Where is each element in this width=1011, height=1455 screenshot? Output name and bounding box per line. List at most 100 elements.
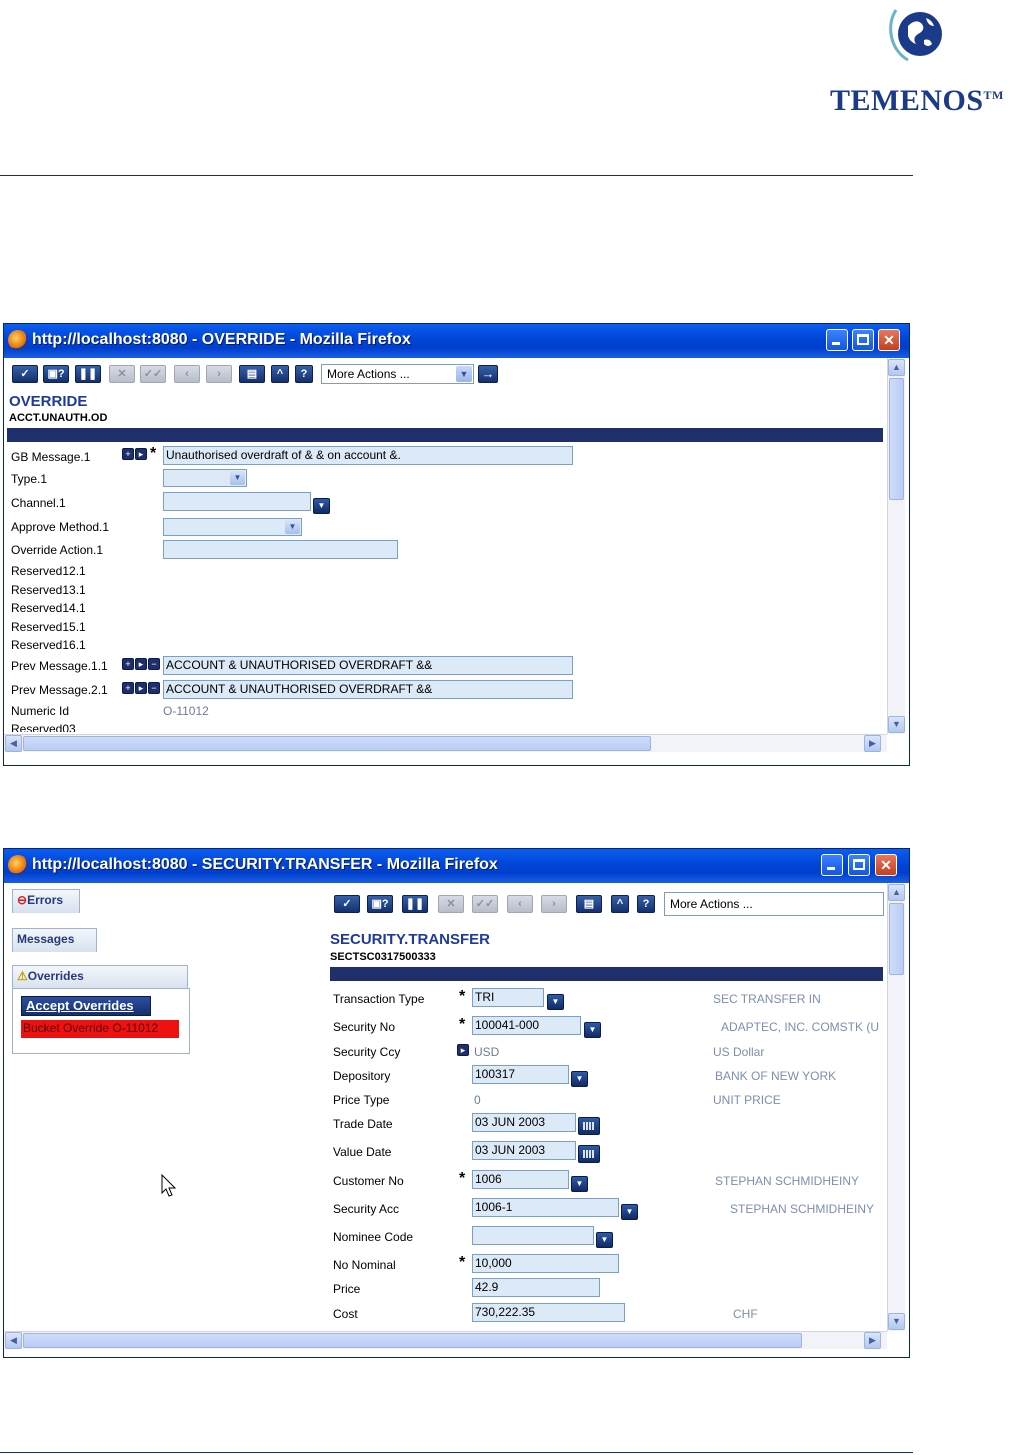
prev-message-2-input[interactable]: ACCOUNT & UNAUTHORISED OVERDRAFT && [163,680,573,699]
more-actions-select[interactable]: More Actions ... [664,892,884,916]
value-date-input[interactable]: 03 JUN 2003 [472,1141,576,1160]
transaction-type-dropdown[interactable]: ▼ [547,994,564,1010]
channel-label: Channel.1 [11,496,66,510]
override-action-input[interactable] [163,540,398,559]
tab-errors[interactable]: ⊖Errors [12,889,80,913]
language-icon[interactable]: ▸ [135,658,147,670]
next-button[interactable]: › [541,895,567,913]
trade-date-input[interactable]: 03 JUN 2003 [472,1113,576,1132]
security-no-input[interactable]: 100041-000 [472,1016,581,1035]
authorise-button[interactable]: ✓✓ [140,365,166,383]
depository-dropdown[interactable]: ▼ [571,1071,588,1087]
required-marker: * [150,445,157,462]
customer-no-input[interactable]: 1006 [472,1170,569,1189]
up-button[interactable]: ^ [271,365,289,383]
close-button[interactable]: ✕ [878,329,900,351]
scroll-right-icon[interactable]: ▶ [864,1332,881,1349]
horizontal-scrollbar[interactable]: ◀ ▶ [4,734,887,752]
customer-no-dropdown[interactable]: ▼ [571,1176,588,1192]
price-input[interactable]: 42.9 [472,1278,600,1297]
hold-button[interactable]: ❚❚ [402,895,428,913]
expand-icon[interactable]: + [122,682,134,694]
print-button[interactable]: ▤ [239,365,265,383]
field-label: Value Date [333,1145,392,1159]
commit-button[interactable]: ✓ [334,895,360,913]
expand-icon[interactable]: + [122,448,134,460]
no-nominal-input[interactable]: 10,000 [472,1254,619,1273]
minimize-button[interactable] [821,854,843,876]
help-button[interactable]: ? [295,365,313,383]
language-icon[interactable]: ▸ [135,682,147,694]
commit-button[interactable]: ✓ [12,365,38,383]
channel-dropdown-button[interactable]: ▼ [313,498,330,514]
trademark: TM [983,88,1004,102]
prev-message-2-label: Prev Message.2.1 [11,683,108,697]
print-button[interactable]: ▤ [576,895,602,913]
security-no-dropdown[interactable]: ▼ [584,1022,601,1038]
numeric-id-label: Numeric Id [11,704,70,718]
page-title: SECURITY.TRANSFER [330,931,491,948]
go-button[interactable]: → [478,365,498,383]
scroll-right-icon[interactable]: ▶ [864,735,881,752]
channel-input[interactable] [163,492,311,511]
scroll-thumb[interactable] [889,378,904,500]
required-marker: * [459,1016,466,1033]
price-type-value: 0 [474,1093,481,1107]
field-description: US Dollar [713,1045,765,1059]
language-icon[interactable]: ▸ [135,448,147,460]
more-actions-select[interactable]: More Actions ... ▼ [321,364,474,384]
delete-button[interactable]: ✕ [109,365,135,383]
next-button[interactable]: › [206,365,232,383]
minimize-button[interactable] [826,329,848,351]
mouse-cursor-icon [161,1174,177,1197]
scroll-thumb[interactable] [889,903,904,975]
calendar-icon[interactable] [578,1117,600,1135]
security-acc-dropdown[interactable]: ▼ [621,1204,638,1220]
security-acc-input[interactable]: 1006-1 [472,1198,619,1217]
maximize-button[interactable] [848,854,870,876]
scroll-left-icon[interactable]: ◀ [5,735,22,752]
accept-overrides-button[interactable]: Accept Overrides [21,996,151,1016]
previous-button[interactable]: ‹ [174,365,200,383]
title-bar: http://localhost:8080 - OVERRIDE - Mozil… [4,324,909,358]
prev-message-1-input[interactable]: ACCOUNT & UNAUTHORISED OVERDRAFT && [163,656,573,675]
tab-messages[interactable]: Messages [12,928,97,952]
scroll-up-icon[interactable]: ▲ [888,884,905,901]
authorise-button[interactable]: ✓✓ [472,895,498,913]
nominee-code-dropdown[interactable]: ▼ [596,1232,613,1248]
language-icon[interactable]: ▸ [457,1044,469,1056]
type-select[interactable]: ▼ [163,469,247,487]
nominee-code-input[interactable] [472,1226,594,1245]
maximize-button[interactable] [852,329,874,351]
scroll-down-icon[interactable]: ▼ [888,1313,905,1330]
approve-method-select[interactable]: ▼ [163,518,302,536]
tab-overrides[interactable]: ⚠Overrides [12,965,188,989]
previous-button[interactable]: ‹ [507,895,533,913]
hold-button[interactable]: ❚❚ [75,365,101,383]
override-item[interactable]: Bucket Override O-11012 [21,1020,179,1038]
reserved16-label: Reserved16.1 [11,638,86,652]
delete-button[interactable]: ✕ [438,895,464,913]
gb-message-input[interactable]: Unauthorised overdraft of & & on account… [163,446,573,465]
transaction-type-input[interactable]: TRI [472,988,544,1007]
vertical-scrollbar[interactable]: ▲ ▼ [887,358,905,734]
depository-input[interactable]: 100317 [472,1065,569,1084]
close-button[interactable]: ✕ [875,854,897,876]
collapse-icon[interactable]: − [148,682,160,694]
help-button[interactable]: ? [637,895,655,913]
up-button[interactable]: ^ [611,895,629,913]
collapse-icon[interactable]: − [148,658,160,670]
scroll-thumb[interactable] [23,736,651,751]
expand-icon[interactable]: + [122,658,134,670]
scroll-up-icon[interactable]: ▲ [888,359,905,376]
horizontal-scrollbar[interactable]: ◀ ▶ [4,1331,887,1349]
validate-button[interactable]: ▣? [367,895,393,913]
scroll-down-icon[interactable]: ▼ [888,716,905,733]
cost-input[interactable]: 730,222.35 [472,1303,625,1322]
scroll-thumb[interactable] [23,1333,802,1348]
calendar-icon[interactable] [578,1145,600,1163]
scroll-left-icon[interactable]: ◀ [5,1332,22,1349]
field-label: Depository [333,1069,391,1083]
vertical-scrollbar[interactable]: ▲ ▼ [887,883,905,1331]
validate-button[interactable]: ▣? [43,365,69,383]
